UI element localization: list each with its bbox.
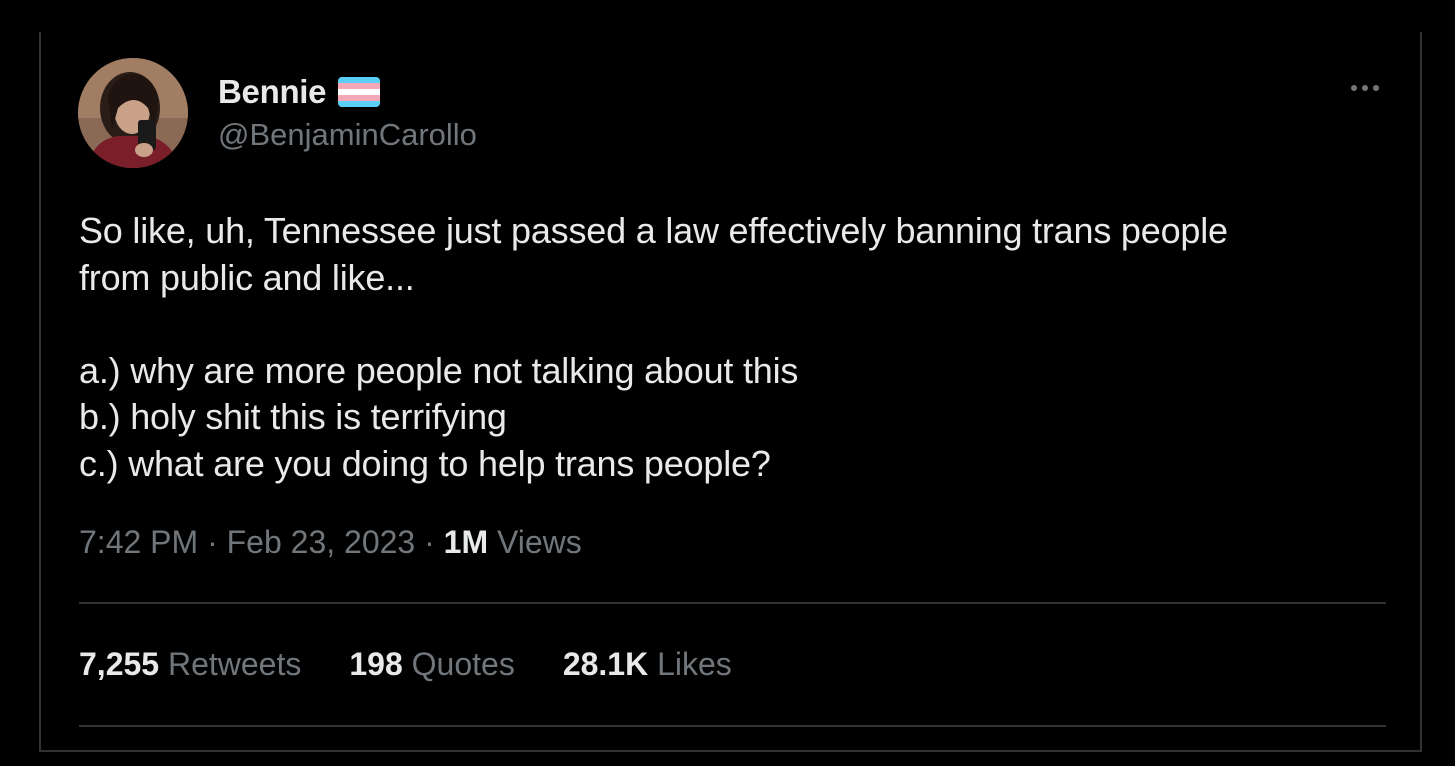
retweets-stat[interactable]: 7,255 Retweets — [79, 646, 301, 683]
tweet-time[interactable]: 7:42 PM — [79, 524, 198, 560]
author-name-row: Bennie — [218, 70, 381, 114]
likes-stat[interactable]: 28.1K Likes — [563, 646, 732, 683]
dot — [1362, 85, 1368, 91]
more-horizontal-icon[interactable] — [1341, 72, 1389, 104]
engagement-stats: 7,255 Retweets 198 Quotes 28.1K Likes — [79, 646, 732, 683]
divider — [79, 602, 1386, 604]
views-label: Views — [496, 524, 582, 560]
avatar[interactable] — [78, 58, 188, 168]
display-name[interactable]: Bennie — [218, 73, 327, 111]
views-count: 1M — [443, 524, 489, 560]
tweet-card: Bennie @BenjaminCarollo So like, uh, Ten… — [39, 32, 1422, 752]
quotes-label: Quotes — [411, 646, 515, 682]
divider — [79, 725, 1386, 727]
meta-separator: · — [207, 524, 218, 560]
dot — [1351, 85, 1357, 91]
tweet-date[interactable]: Feb 23, 2023 — [227, 524, 416, 560]
quotes-stat[interactable]: 198 Quotes — [349, 646, 514, 683]
dot — [1373, 85, 1379, 91]
likes-count: 28.1K — [562, 646, 649, 682]
meta-separator: · — [424, 524, 435, 560]
retweets-label: Retweets — [167, 646, 302, 682]
quotes-count: 198 — [349, 646, 403, 682]
tweet-meta: 7:42 PM · Feb 23, 2023 · 1M Views — [79, 524, 582, 561]
tweet-text: So like, uh, Tennessee just passed a law… — [79, 210, 1228, 484]
retweets-count: 7,255 — [79, 646, 160, 682]
profile-photo-icon — [78, 58, 188, 168]
likes-label: Likes — [657, 646, 732, 682]
transgender-flag-icon — [338, 77, 381, 107]
author-handle[interactable]: @BenjaminCarollo — [218, 117, 477, 153]
